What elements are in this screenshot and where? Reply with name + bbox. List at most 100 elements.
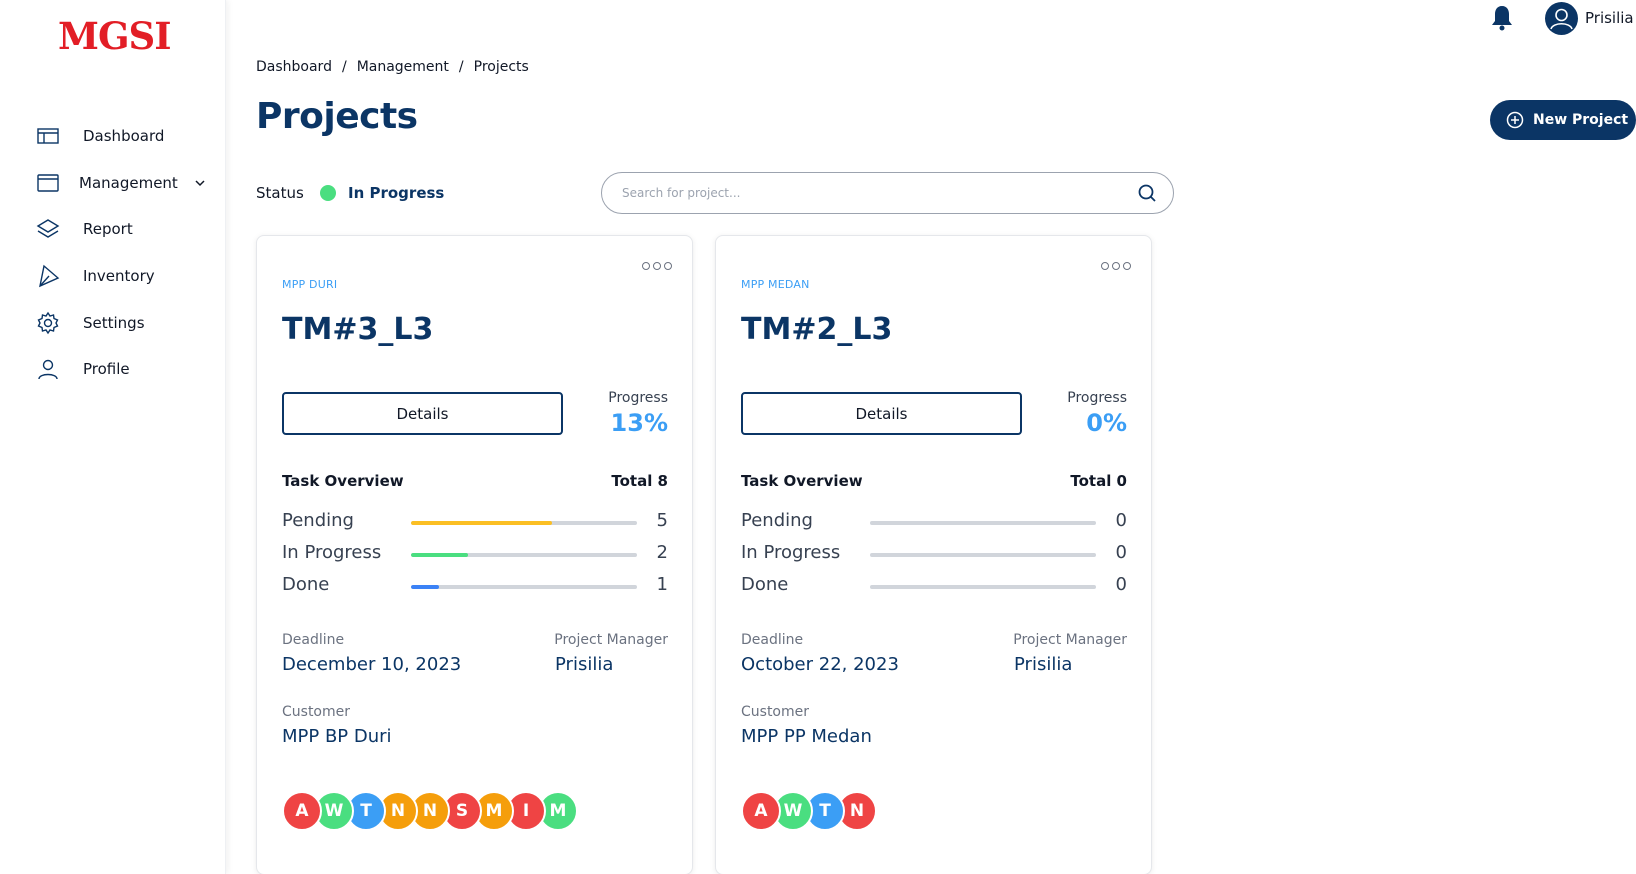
sidebar-item-label: Profile xyxy=(83,360,130,379)
more-options-icon[interactable] xyxy=(1101,262,1131,270)
page-title: Projects xyxy=(256,96,418,137)
task-progress-track xyxy=(870,553,1096,557)
task-progress-track xyxy=(411,585,637,589)
task-overview-total: Total 8 xyxy=(611,472,668,490)
project-manager-value: Prisilia xyxy=(1014,654,1073,675)
customer-label: Customer xyxy=(282,704,351,720)
sidebar-item-dashboard[interactable]: Dashboard xyxy=(0,113,226,160)
sidebar-item-label: Management xyxy=(79,173,178,192)
new-project-label: New Project xyxy=(1533,112,1629,128)
bell-icon[interactable] xyxy=(1490,4,1514,32)
breadcrumb-separator: / xyxy=(458,59,464,75)
task-label: Done xyxy=(282,574,330,595)
window-icon xyxy=(37,174,59,192)
project-card: MPP DURI TM#3_L3 Details Progress 13% Ta… xyxy=(256,235,693,874)
deadline-label: Deadline xyxy=(282,632,345,648)
progress-value: 13% xyxy=(610,409,668,437)
sidebar: MGSI Dashboard Management Report Invento… xyxy=(0,0,226,874)
search-input[interactable] xyxy=(622,186,1137,200)
task-label: Pending xyxy=(741,510,813,531)
breadcrumb: Dashboard / Management / Projects xyxy=(256,59,529,75)
task-overview-total: Total 0 xyxy=(1070,472,1127,490)
deadline-value: October 22, 2023 xyxy=(741,654,899,675)
search-icon[interactable] xyxy=(1137,183,1157,203)
customer-value: MPP BP Duri xyxy=(282,726,392,747)
user-icon xyxy=(38,360,58,380)
status-dot xyxy=(320,185,336,201)
project-manager-value: Prisilia xyxy=(555,654,614,675)
sidebar-item-settings[interactable]: Settings xyxy=(0,299,226,346)
table-icon xyxy=(37,128,59,144)
task-overview-title: Task Overview xyxy=(282,472,404,490)
task-row-in-progress: In Progress 2 xyxy=(282,542,668,566)
member-avatar[interactable]: A xyxy=(741,791,781,831)
breadcrumb-item-dashboard[interactable]: Dashboard xyxy=(256,59,332,75)
task-progress-track xyxy=(411,553,637,557)
progress-value: 0% xyxy=(1086,409,1127,437)
progress-label: Progress xyxy=(1067,390,1127,406)
task-count: 0 xyxy=(1115,542,1127,563)
task-row-done: Done 1 xyxy=(282,574,668,598)
user-name[interactable]: Prisilia xyxy=(1585,9,1634,27)
sidebar-item-label: Inventory xyxy=(83,267,155,286)
task-count: 0 xyxy=(1115,510,1127,531)
task-progress-fill xyxy=(411,521,553,525)
project-card: MPP MEDAN TM#2_L3 Details Progress 0% Ta… xyxy=(715,235,1152,874)
task-progress-track xyxy=(411,521,637,525)
project-manager-label: Project Manager xyxy=(1013,632,1127,648)
new-project-button[interactable]: New Project xyxy=(1490,100,1636,140)
plus-circle-icon xyxy=(1506,111,1524,129)
breadcrumb-item-management[interactable]: Management xyxy=(357,59,449,75)
breadcrumb-separator: / xyxy=(341,59,347,75)
layers-icon xyxy=(36,219,60,239)
project-code: TM#3_L3 xyxy=(282,312,434,347)
project-location: MPP DURI xyxy=(282,278,338,291)
task-row-pending: Pending 5 xyxy=(282,510,668,534)
project-code: TM#2_L3 xyxy=(741,312,893,347)
sidebar-item-label: Dashboard xyxy=(83,127,165,146)
member-avatars: AWTNNSMIM xyxy=(282,791,578,831)
member-avatar[interactable]: A xyxy=(282,791,322,831)
task-count: 0 xyxy=(1115,574,1127,595)
task-label: In Progress xyxy=(282,542,382,563)
task-progress-fill xyxy=(411,585,440,589)
breadcrumb-item-projects: Projects xyxy=(473,59,529,75)
user-icon xyxy=(1550,8,1573,30)
sidebar-item-inventory[interactable]: Inventory xyxy=(0,253,226,300)
chevron-down-icon[interactable] xyxy=(193,176,207,190)
sidebar-item-label: Report xyxy=(83,220,133,239)
task-label: In Progress xyxy=(741,542,841,563)
deadline-value: December 10, 2023 xyxy=(282,654,462,675)
task-count: 5 xyxy=(656,510,668,531)
customer-value: MPP PP Medan xyxy=(741,726,872,747)
task-overview-title: Task Overview xyxy=(741,472,863,490)
details-button[interactable]: Details xyxy=(741,392,1022,435)
task-row-in-progress: In Progress 0 xyxy=(741,542,1127,566)
task-count: 2 xyxy=(656,542,668,563)
sidebar-item-profile[interactable]: Profile xyxy=(0,346,226,393)
send-icon xyxy=(39,264,60,288)
sidebar-item-report[interactable]: Report xyxy=(0,206,226,253)
task-progress-track xyxy=(870,585,1096,589)
sidebar-nav: Dashboard Management Report Inventory Se… xyxy=(0,113,226,393)
task-row-done: Done 0 xyxy=(741,574,1127,598)
customer-label: Customer xyxy=(741,704,810,720)
task-progress-track xyxy=(870,521,1096,525)
more-options-icon[interactable] xyxy=(642,262,672,270)
gear-icon xyxy=(37,311,59,334)
task-row-pending: Pending 0 xyxy=(741,510,1127,534)
details-button[interactable]: Details xyxy=(282,392,563,435)
search-box xyxy=(601,172,1174,214)
deadline-label: Deadline xyxy=(741,632,804,648)
status-filter-value[interactable]: In Progress xyxy=(348,184,444,202)
user-avatar[interactable] xyxy=(1545,2,1578,35)
task-count: 1 xyxy=(656,574,668,595)
task-label: Pending xyxy=(282,510,354,531)
status-filter-label: Status xyxy=(256,184,304,202)
sidebar-item-management[interactable]: Management xyxy=(0,160,226,207)
project-manager-label: Project Manager xyxy=(554,632,668,648)
sidebar-item-label: Settings xyxy=(83,313,145,332)
mgsi-logo[interactable]: MGSI xyxy=(58,14,172,58)
task-progress-fill xyxy=(411,553,468,557)
member-avatars: AWTN xyxy=(741,791,877,831)
